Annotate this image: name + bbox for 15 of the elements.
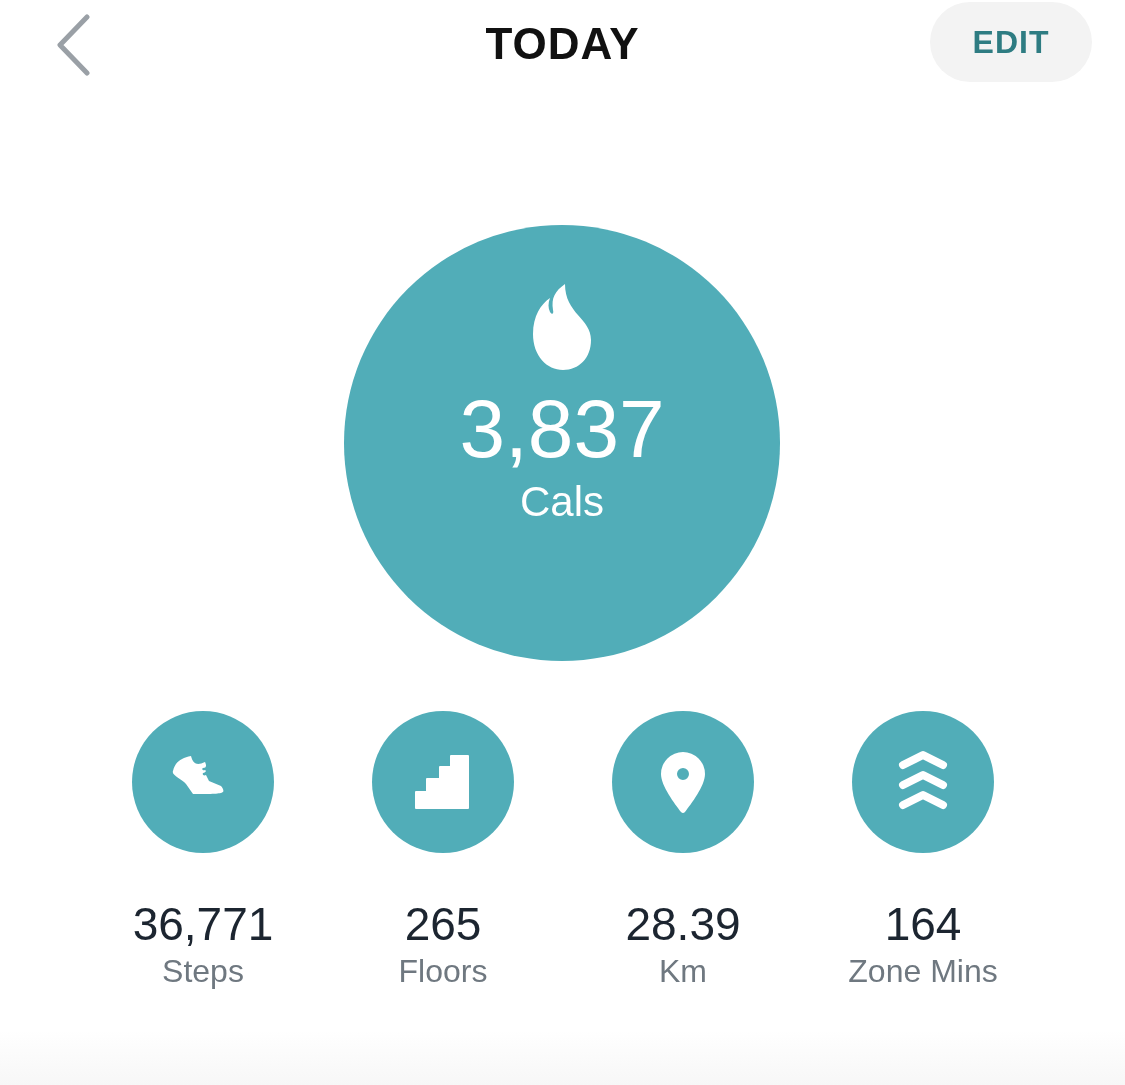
- stairs-icon: [415, 755, 471, 809]
- calories-circle[interactable]: 3,837 Cals: [344, 225, 780, 661]
- stat-label: Steps: [162, 953, 244, 990]
- stat-value: 164: [884, 901, 962, 947]
- calories-value: 3,837: [459, 388, 665, 470]
- stat-value: 36,771: [132, 901, 274, 947]
- stat-label: Km: [659, 953, 707, 990]
- calories-unit: Cals: [520, 478, 604, 526]
- map-pin-icon: [659, 750, 707, 814]
- stat-label: Floors: [398, 953, 488, 990]
- stat-value: 28.39: [625, 901, 741, 947]
- stat-value: 265: [404, 901, 482, 947]
- page-title: TODAY: [484, 19, 641, 69]
- stat-label: Zone Mins: [848, 953, 998, 990]
- edit-button[interactable]: EDIT: [930, 2, 1092, 82]
